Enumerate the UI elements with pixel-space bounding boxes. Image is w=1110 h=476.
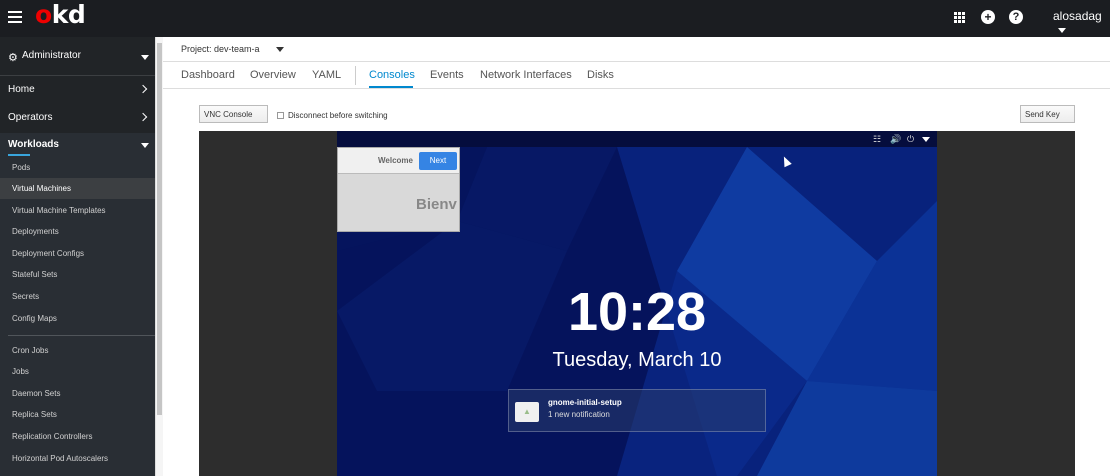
chevron-down-icon <box>141 143 149 148</box>
sidebar-item-label: Secrets <box>12 292 40 301</box>
power-icon[interactable]: ⏻ <box>907 134 914 145</box>
help-question-icon[interactable]: ? <box>1009 10 1023 24</box>
next-button[interactable]: Next <box>419 152 457 170</box>
gnome-top-bar: ☷ 🔊 ⏻ <box>337 131 937 147</box>
sidebar-section-workloads: Workloads Pods Virtual Machines Virtual … <box>0 133 155 476</box>
sidebar-item-label: Daemon Sets <box>12 389 61 398</box>
tab-dashboard[interactable]: Dashboard <box>181 69 235 81</box>
sidebar-item-stateful-sets[interactable]: Stateful Sets <box>0 264 155 285</box>
sidebar-item-replication-controllers[interactable]: Replication Controllers <box>0 426 155 447</box>
chevron-right-icon <box>138 84 148 94</box>
sidebar-item-label: Pods <box>12 163 31 172</box>
sidebar-item-label: Home <box>8 84 35 95</box>
chevron-down-icon <box>1058 28 1066 34</box>
vm-screen[interactable]: ☷ 🔊 ⏻ Welcome Next Bienv 10:28 Tuesday, … <box>337 131 937 476</box>
sidebar-item-label: Jobs <box>12 367 29 376</box>
tab-yaml[interactable]: YAML <box>312 69 341 81</box>
sidebar-item-jobs[interactable]: Jobs <box>0 361 155 382</box>
sidebar-item-home[interactable]: Home <box>0 76 155 104</box>
perspective-label: Administrator <box>22 50 81 61</box>
okd-logo[interactable]: ​okdokd <box>35 0 86 29</box>
disconnect-checkbox[interactable] <box>277 112 284 119</box>
sidebar-item-label: Operators <box>8 112 53 123</box>
notification-text: 1 new notification <box>548 410 610 419</box>
user-name: alosadag <box>1053 9 1102 23</box>
sidebar-item-label: Replication Controllers <box>12 432 93 441</box>
sidebar-item-label: Deployments <box>12 227 59 236</box>
sidebar-item-label: Config Maps <box>12 314 57 323</box>
sidebar-item-operators[interactable]: Operators <box>0 104 155 132</box>
tab-overview[interactable]: Overview <box>250 69 296 81</box>
sidebar-item-workloads[interactable]: Workloads <box>8 139 59 150</box>
active-section-indicator <box>8 154 30 156</box>
sidebar-item-cron-jobs[interactable]: Cron Jobs <box>0 340 155 361</box>
scrollbar-thumb[interactable] <box>157 43 162 415</box>
chevron-down-icon <box>141 55 149 60</box>
notification-title: gnome-initial-setup <box>548 398 622 407</box>
welcome-title: Welcome <box>378 156 413 165</box>
app-icon: ▲ <box>515 402 539 422</box>
sidebar-item-virtual-machines[interactable]: Virtual Machines <box>0 178 155 199</box>
tab-events[interactable]: Events <box>430 69 464 81</box>
disconnect-label: Disconnect before switching <box>288 111 388 120</box>
sidebar-item-daemon-sets[interactable]: Daemon Sets <box>0 383 155 404</box>
sidebar-item-replica-sets[interactable]: Replica Sets <box>0 404 155 425</box>
sidebar-item-secrets[interactable]: Secrets <box>0 286 155 307</box>
project-bar: Project: dev-team-a <box>163 37 1110 62</box>
sidebar-item-horizontal-pod-autoscalers[interactable]: Horizontal Pod Autoscalers <box>0 448 155 469</box>
sidebar-nav: ⚙ Administrator Home Operators Workloads… <box>0 37 155 476</box>
active-tab-indicator <box>369 86 413 88</box>
volume-icon[interactable]: 🔊 <box>890 134 901 145</box>
lock-screen-date: Tuesday, March 10 <box>552 349 722 371</box>
app-launcher-grid-icon[interactable] <box>952 10 966 24</box>
sidebar-item-pods[interactable]: Pods <box>0 157 155 178</box>
sidebar-item-label: Horizontal Pod Autoscalers <box>12 454 109 463</box>
sidebar-item-label: Stateful Sets <box>12 270 58 279</box>
sidebar-item-label: Virtual Machines <box>12 184 71 193</box>
sidebar-item-deployment-configs[interactable]: Deployment Configs <box>0 243 155 264</box>
sidebar-item-vm-templates[interactable]: Virtual Machine Templates <box>0 200 155 221</box>
sidebar-item-deployments[interactable]: Deployments <box>0 221 155 242</box>
sidebar-item-label: Replica Sets <box>12 410 57 419</box>
sidebar-item-label: Cron Jobs <box>12 346 49 355</box>
welcome-window[interactable]: Welcome Next Bienv <box>337 147 460 232</box>
nav-divider <box>8 335 155 336</box>
console-type-select[interactable]: VNC Console <box>199 105 268 123</box>
tab-consoles[interactable]: Consoles <box>369 69 415 81</box>
perspective-switcher[interactable]: ⚙ Administrator <box>0 37 155 76</box>
tab-bar: Dashboard Overview YAML Consoles Events … <box>163 62 1110 89</box>
user-menu[interactable]: alosadag <box>1053 9 1110 37</box>
network-icon[interactable]: ☷ <box>873 134 881 145</box>
hamburger-menu-icon[interactable] <box>8 8 22 28</box>
chevron-right-icon <box>138 112 148 122</box>
sidebar-item-config-maps[interactable]: Config Maps <box>0 308 155 329</box>
welcome-text: Bienv <box>416 196 457 213</box>
send-key-button[interactable]: Send Key <box>1020 105 1075 123</box>
sidebar-scrollbar[interactable] <box>155 37 163 476</box>
add-plus-icon[interactable]: + <box>981 10 995 24</box>
lock-screen-clock: 10:28 <box>567 282 707 342</box>
masthead: ​okdokd + ? alosadag <box>0 0 1110 37</box>
tab-disks[interactable]: Disks <box>587 69 614 81</box>
main-content: Project: dev-team-a Dashboard Overview Y… <box>163 37 1110 476</box>
tab-network-interfaces[interactable]: Network Interfaces <box>480 69 572 81</box>
gear-icon: ⚙ <box>8 52 18 64</box>
sidebar-item-label: Virtual Machine Templates <box>12 206 106 215</box>
welcome-header: Welcome Next <box>338 148 459 174</box>
chevron-down-icon[interactable] <box>276 47 284 52</box>
sidebar-item-label: Deployment Configs <box>12 249 85 258</box>
vnc-console[interactable]: ☷ 🔊 ⏻ Welcome Next Bienv 10:28 Tuesday, … <box>199 131 1075 476</box>
project-selector[interactable]: Project: dev-team-a <box>181 44 260 54</box>
tab-divider <box>355 66 356 85</box>
chevron-down-icon[interactable] <box>922 137 930 142</box>
notification-card[interactable]: ▲ gnome-initial-setup 1 new notification <box>508 389 766 432</box>
